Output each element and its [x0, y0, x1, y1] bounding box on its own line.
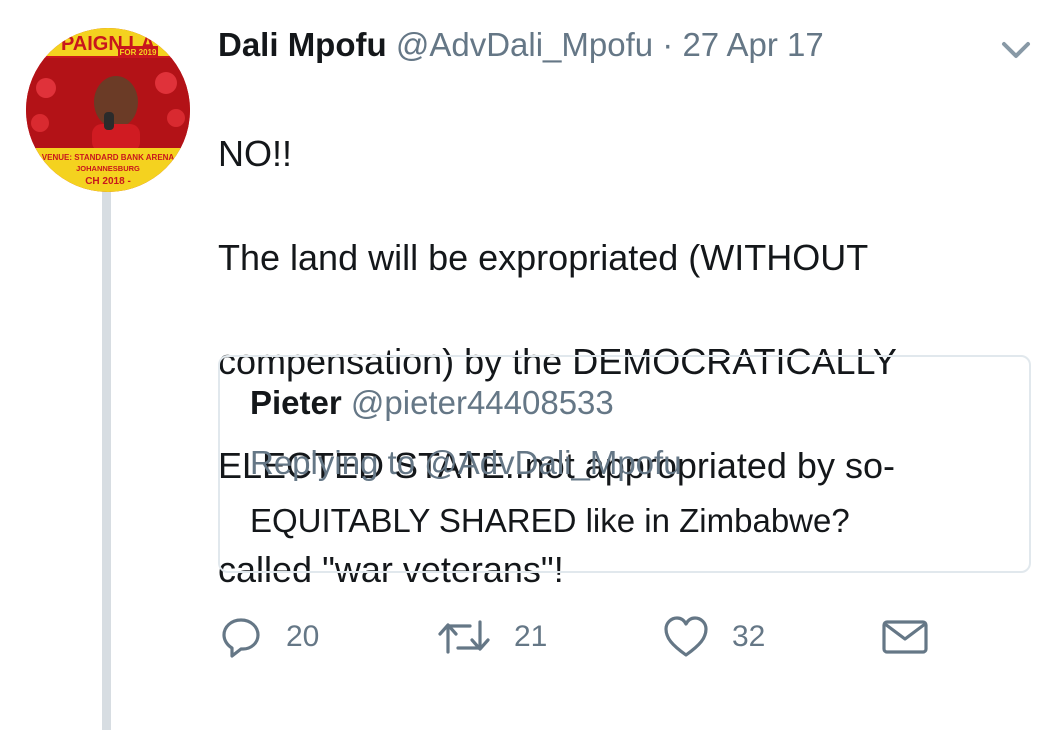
avatar-poster-image: PAIGN LA FOR 2019 VENUE: STANDARD BANK A… — [26, 28, 190, 192]
header-separator: · — [662, 26, 674, 63]
author-handle[interactable]: @AdvDali_Mpofu — [396, 26, 653, 63]
chevron-down-icon — [1002, 42, 1030, 58]
tweet-text-line: NO!! — [218, 133, 293, 174]
reply-icon — [222, 618, 260, 658]
quoted-tweet-header: Pieter @pieter44408533 — [250, 381, 614, 425]
quoted-author-handle: @pieter44408533 — [350, 384, 614, 421]
avatar-venue-line1: VENUE: STANDARD BANK ARENA — [42, 153, 175, 162]
retweet-count: 21 — [514, 620, 548, 653]
tweet-header: Dali Mpofu @AdvDali_Mpofu · 27 Apr 17 — [218, 23, 824, 67]
avatar[interactable]: PAIGN LA FOR 2019 VENUE: STANDARD BANK A… — [26, 28, 190, 192]
tweet-text-line: The land will be expropriated (WITHOUT — [218, 237, 869, 278]
author-name[interactable]: Dali Mpofu — [218, 26, 387, 63]
direct-message-button[interactable] — [880, 612, 930, 662]
heart-icon — [664, 616, 708, 657]
quoted-replying-to: Replying to @AdvDali_Mpofu — [250, 444, 682, 481]
thread-connector-line — [102, 190, 111, 730]
avatar-venue-line3: CH 2018 - — [85, 176, 131, 187]
more-options-button[interactable] — [998, 34, 1034, 64]
tweet-actions-bar: 20 21 32 — [218, 612, 978, 662]
reply-count: 20 — [286, 620, 320, 653]
avatar-banner-subtext: FOR 2019 — [120, 48, 157, 57]
like-button[interactable]: 32 — [662, 612, 765, 662]
retweet-button[interactable]: 21 — [436, 612, 547, 662]
tweet-date[interactable]: 27 Apr 17 — [682, 26, 823, 63]
envelope-icon — [882, 620, 928, 654]
quoted-tweet-card[interactable]: Pieter @pieter44408533 Replying to @AdvD… — [218, 355, 1031, 573]
retweet-icon — [438, 620, 490, 654]
reply-button[interactable]: 20 — [218, 612, 319, 662]
like-count: 32 — [732, 620, 766, 653]
quoted-author-name: Pieter — [250, 384, 342, 421]
avatar-venue-line2: JOHANNESBURG — [76, 164, 140, 173]
quoted-tweet-text: EQUITABLY SHARED like in Zimbabwe? — [250, 502, 850, 539]
